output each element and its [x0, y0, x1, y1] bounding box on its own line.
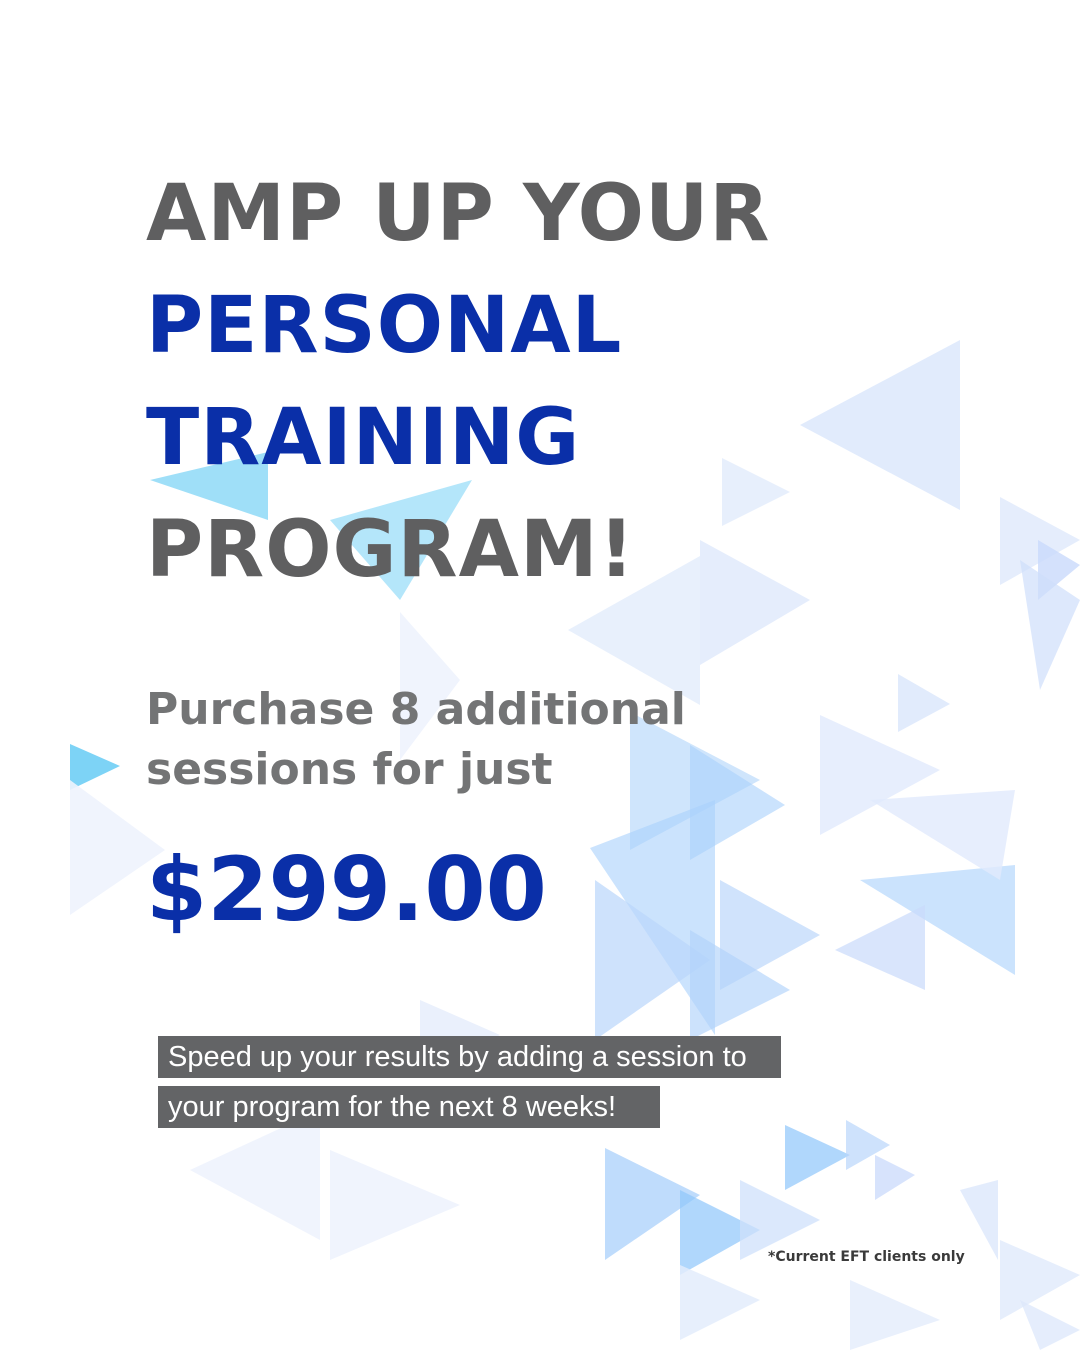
headline-line-4: PROGRAM!	[146, 505, 636, 595]
triangle-shape	[960, 1180, 998, 1260]
offer-text: Purchase 8 additional sessions for just	[146, 680, 686, 800]
headline-line-2: PERSONAL	[146, 281, 623, 371]
triangle-shape	[870, 790, 1015, 880]
headline-line-3: TRAINING	[146, 393, 581, 483]
note-box: Speed up your results by adding a sessio…	[158, 1036, 781, 1136]
headline-line-1: AMP UP YOUR	[146, 169, 771, 259]
offer-line-2: sessions for just	[146, 744, 553, 795]
triangle-shape	[1000, 1240, 1080, 1320]
price: $299.00	[146, 838, 547, 941]
triangle-shape	[875, 1155, 915, 1200]
triangle-shape	[800, 340, 960, 510]
triangle-shape	[835, 905, 925, 990]
triangle-shape	[898, 674, 950, 732]
offer-line-1: Purchase 8 additional	[146, 684, 686, 735]
footnote: *Current EFT clients only	[768, 1249, 965, 1265]
triangle-shape	[680, 1265, 760, 1340]
promo-poster: AMP UP YOUR PERSONAL TRAINING PROGRAM! P…	[0, 0, 1080, 1350]
note-line-1: Speed up your results by adding a sessio…	[158, 1036, 781, 1078]
triangle-shape	[1020, 1300, 1080, 1350]
triangle-shape	[785, 1125, 850, 1190]
triangle-shape	[850, 1280, 940, 1350]
note-line-2: your program for the next 8 weeks!	[158, 1086, 661, 1128]
headline: AMP UP YOUR PERSONAL TRAINING PROGRAM!	[146, 158, 770, 606]
triangle-shape	[330, 1150, 460, 1260]
triangle-shape	[70, 744, 120, 790]
